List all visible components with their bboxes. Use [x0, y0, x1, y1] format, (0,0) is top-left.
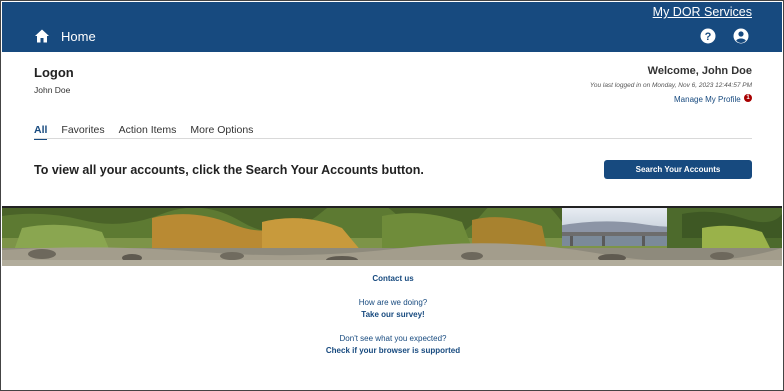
account-icon[interactable] — [733, 28, 749, 44]
survey-question: How are we doing? — [358, 298, 428, 307]
scenic-river-banner — [2, 208, 782, 266]
contact-us-link[interactable]: Contact us — [1, 274, 783, 283]
svg-text:?: ? — [705, 31, 712, 43]
take-survey-link[interactable]: Take our survey! — [1, 310, 783, 319]
notification-badge: 1 — [744, 94, 752, 102]
search-your-accounts-button[interactable]: Search Your Accounts — [604, 160, 752, 179]
instruction-text: To view all your accounts, click the Sea… — [34, 163, 424, 177]
browser-question: Don't see what you expected? — [339, 334, 447, 343]
my-dor-services-link[interactable]: My DOR Services — [653, 5, 752, 19]
home-nav-link[interactable]: Home — [34, 28, 96, 44]
welcome-message: Welcome, John Doe — [647, 65, 752, 77]
help-icon[interactable]: ? — [700, 28, 716, 44]
page-title: Logon — [34, 65, 74, 80]
logged-in-username: John Doe — [34, 85, 71, 95]
page-frame: My DOR Services Home ? Logon John Doe We… — [0, 0, 784, 391]
tabs-divider — [34, 138, 752, 139]
top-navigation-bar: My DOR Services Home ? — [2, 2, 782, 52]
browser-support-link[interactable]: Check if your browser is supported — [1, 346, 783, 355]
home-icon — [35, 29, 49, 43]
home-label: Home — [61, 28, 96, 44]
river-landscape-image — [2, 208, 782, 266]
manage-profile-link[interactable]: Manage My Profile — [674, 95, 741, 104]
last-login-text: You last logged in on Monday, Nov 6, 202… — [589, 82, 752, 89]
